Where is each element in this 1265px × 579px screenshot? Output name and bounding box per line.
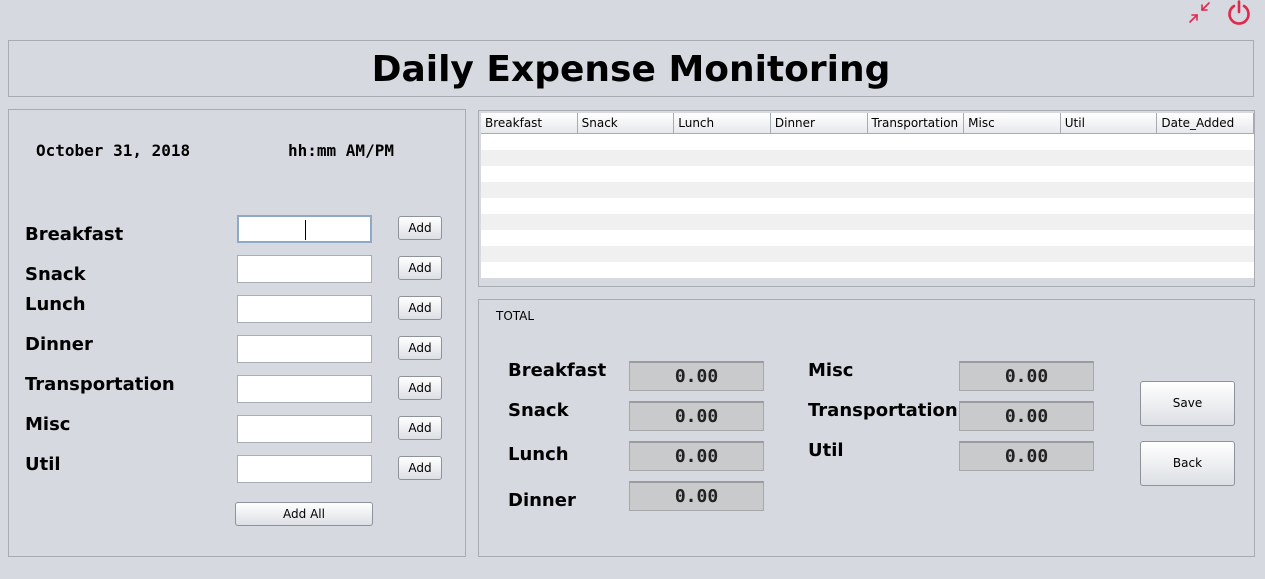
total-transportation-label: Transportation xyxy=(808,400,958,421)
total-lunch-value: 0.00 xyxy=(629,441,764,471)
misc-label: Misc xyxy=(25,414,71,435)
add-transportation-button[interactable]: Add xyxy=(398,376,442,400)
text-caret xyxy=(305,220,306,240)
expense-table[interactable]: Breakfast Snack Lunch Dinner Transportat… xyxy=(478,110,1255,287)
minimize-icon[interactable] xyxy=(1187,0,1213,26)
total-transportation-value: 0.00 xyxy=(959,401,1094,431)
util-input[interactable] xyxy=(237,455,372,483)
time-label: hh:mm AM/PM xyxy=(288,141,394,160)
transportation-label: Transportation xyxy=(25,374,175,395)
total-misc-label: Misc xyxy=(808,360,854,381)
add-breakfast-button[interactable]: Add xyxy=(398,216,442,240)
column-header-breakfast[interactable]: Breakfast xyxy=(481,113,578,133)
total-snack-label: Snack xyxy=(508,400,569,421)
total-util-value: 0.00 xyxy=(959,441,1094,471)
total-snack-value: 0.00 xyxy=(629,401,764,431)
add-all-button[interactable]: Add All xyxy=(235,502,373,526)
column-header-transportation[interactable]: Transportation xyxy=(868,113,965,133)
total-breakfast-label: Breakfast xyxy=(508,360,607,381)
add-snack-button[interactable]: Add xyxy=(398,256,442,280)
column-header-dinner[interactable]: Dinner xyxy=(771,113,868,133)
transportation-input[interactable] xyxy=(237,375,372,403)
total-misc-value: 0.00 xyxy=(959,361,1094,391)
column-header-misc[interactable]: Misc xyxy=(964,113,1061,133)
util-label: Util xyxy=(25,454,61,475)
add-misc-button[interactable]: Add xyxy=(398,416,442,440)
table-header: Breakfast Snack Lunch Dinner Transportat… xyxy=(481,113,1254,134)
table-body[interactable] xyxy=(481,134,1254,278)
total-dinner-label: Dinner xyxy=(508,490,576,511)
title-panel: Daily Expense Monitoring xyxy=(8,40,1254,97)
date-label: October 31, 2018 xyxy=(36,141,191,160)
column-header-date-added[interactable]: Date_Added xyxy=(1157,113,1254,133)
breakfast-label: Breakfast xyxy=(25,224,124,245)
misc-input[interactable] xyxy=(237,415,372,443)
lunch-input[interactable] xyxy=(237,295,372,323)
total-util-label: Util xyxy=(808,440,844,461)
column-header-util[interactable]: Util xyxy=(1061,113,1158,133)
lunch-label: Lunch xyxy=(25,294,86,315)
total-lunch-label: Lunch xyxy=(508,444,569,465)
entry-panel: October 31, 2018 hh:mm AM/PM Breakfast A… xyxy=(8,109,466,557)
dinner-input[interactable] xyxy=(237,335,372,363)
column-header-snack[interactable]: Snack xyxy=(578,113,675,133)
total-panel: TOTAL Breakfast 0.00 Snack 0.00 Lunch 0.… xyxy=(478,299,1255,557)
snack-label: Snack xyxy=(25,264,86,285)
total-dinner-value: 0.00 xyxy=(629,481,764,511)
add-util-button[interactable]: Add xyxy=(398,456,442,480)
add-dinner-button[interactable]: Add xyxy=(398,336,442,360)
total-breakfast-value: 0.00 xyxy=(629,361,764,391)
column-header-lunch[interactable]: Lunch xyxy=(674,113,771,133)
add-lunch-button[interactable]: Add xyxy=(398,296,442,320)
breakfast-input[interactable] xyxy=(237,215,372,243)
dinner-label: Dinner xyxy=(25,334,93,355)
power-icon[interactable] xyxy=(1226,0,1252,26)
total-legend: TOTAL xyxy=(496,309,535,323)
app-title: Daily Expense Monitoring xyxy=(371,49,891,90)
back-button[interactable]: Back xyxy=(1140,441,1235,486)
snack-input[interactable] xyxy=(237,255,372,283)
save-button[interactable]: Save xyxy=(1140,381,1235,426)
